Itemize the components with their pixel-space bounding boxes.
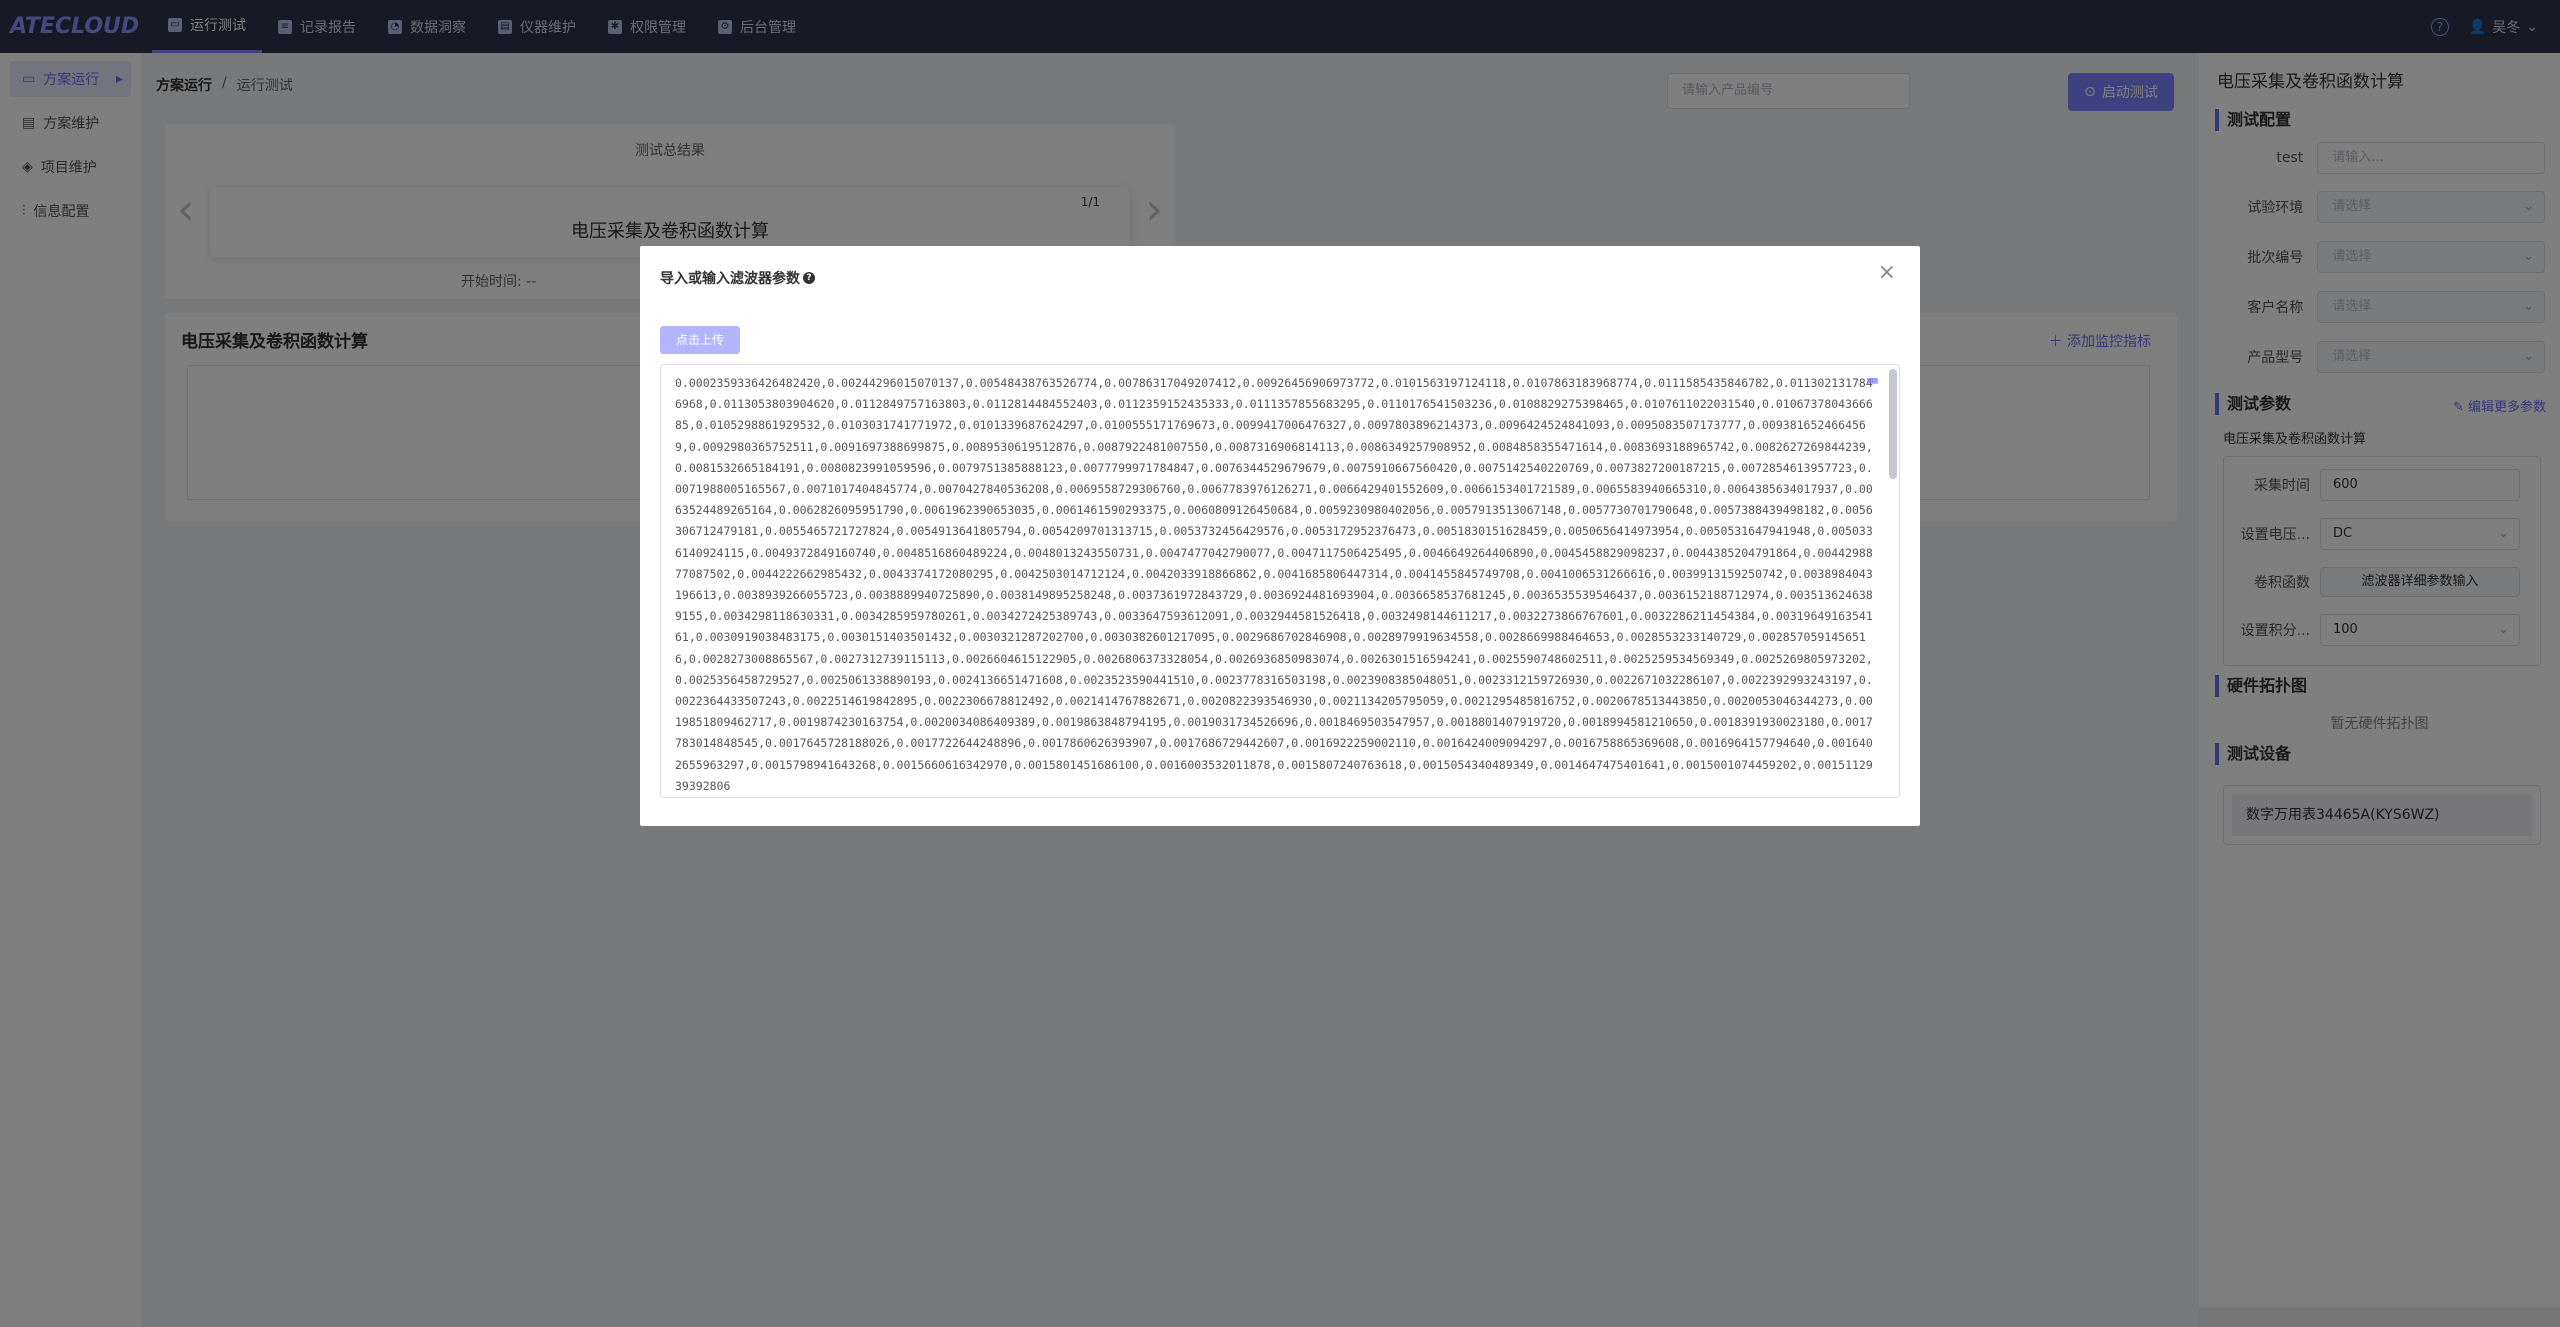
- upload-button[interactable]: 点击上传: [660, 326, 740, 354]
- close-icon[interactable]: ×: [1878, 260, 1896, 285]
- dialog-title: 导入或输入滤波器参数?: [660, 268, 815, 288]
- resize-icon[interactable]: ▦▦: [1867, 371, 1887, 386]
- textarea-content: 0.0002359336426482420,0.0024429601507013…: [675, 376, 1873, 793]
- filter-params-textarea[interactable]: 0.0002359336426482420,0.0024429601507013…: [660, 364, 1900, 798]
- filter-param-dialog: 导入或输入滤波器参数? × 点击上传 0.0002359336426482420…: [640, 246, 1920, 826]
- scrollbar[interactable]: [1889, 369, 1897, 479]
- dialog-title-text: 导入或输入滤波器参数: [660, 271, 800, 287]
- question-icon[interactable]: ?: [803, 272, 815, 284]
